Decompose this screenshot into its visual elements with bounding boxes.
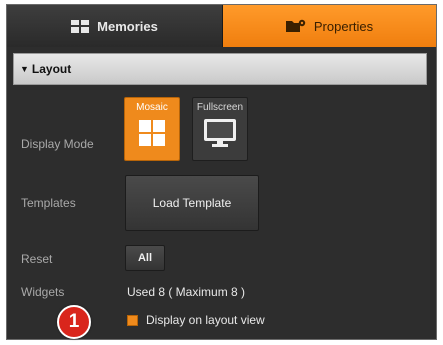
display-mode-fullscreen-button[interactable]: Fullscreen xyxy=(192,97,248,161)
reset-all-button[interactable]: All xyxy=(125,245,165,271)
tab-properties-label: Properties xyxy=(313,18,374,34)
mosaic-grid-icon xyxy=(139,120,165,151)
monitor-icon xyxy=(203,118,237,153)
display-mode-label: Display Mode xyxy=(21,137,94,151)
reset-label: Reset xyxy=(21,252,53,266)
callout-number-badge: 1 xyxy=(57,305,91,339)
display-mode-mosaic-button[interactable]: Mosaic xyxy=(124,97,180,161)
properties-panel: Memories Properties ▼ Layout Display Mod… xyxy=(6,4,437,340)
memories-grid-icon xyxy=(71,19,90,33)
tab-properties[interactable]: Properties xyxy=(223,5,436,47)
layout-section-title: Layout xyxy=(31,62,72,76)
display-on-layout-view-checkbox[interactable] xyxy=(127,314,138,326)
display-on-layout-view-option[interactable]: Display on layout view xyxy=(127,313,265,327)
widgets-usage-value: Used 8 ( Maximum 8 ) xyxy=(127,285,246,299)
fullscreen-label: Fullscreen xyxy=(196,102,244,113)
widgets-label: Widgets xyxy=(21,285,65,299)
layout-section-header[interactable]: ▼ Layout xyxy=(13,53,427,85)
tab-memories[interactable]: Memories xyxy=(7,5,223,47)
load-template-button[interactable]: Load Template xyxy=(125,175,259,231)
properties-content: ▼ Layout Display Mode Mosaic Fullscreen xyxy=(7,47,436,339)
display-on-layout-view-label: Display on layout view xyxy=(146,313,265,327)
properties-folder-gear-icon xyxy=(285,19,306,33)
tab-bar: Memories Properties xyxy=(7,5,436,47)
templates-label: Templates xyxy=(21,196,76,210)
caret-down-icon: ▼ xyxy=(20,64,29,74)
mosaic-label: Mosaic xyxy=(136,102,168,113)
tab-memories-label: Memories xyxy=(97,18,158,34)
